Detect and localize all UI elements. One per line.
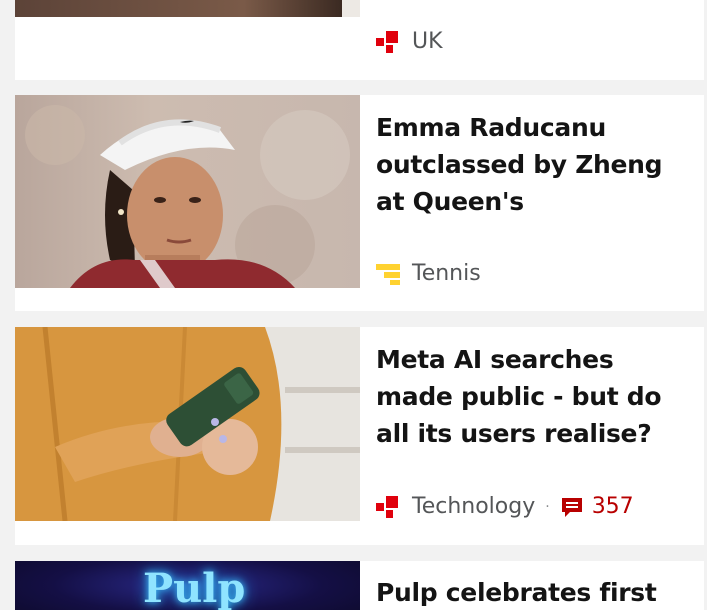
article-thumbnail[interactable] [15, 327, 360, 521]
topic-link[interactable]: Technology [412, 494, 535, 519]
news-mark-icon [376, 495, 400, 519]
article-thumbnail[interactable] [15, 95, 360, 288]
article-headline[interactable]: Emma Raducanu outclassed by Zheng at Que… [376, 109, 686, 220]
topic-link[interactable]: Tennis [412, 261, 481, 286]
article-headline[interactable]: Pulp celebrates first [376, 574, 686, 610]
article-card[interactable]: Pulp Pulp celebrates first [15, 561, 704, 610]
comment-icon [560, 495, 584, 519]
meta-separator: · [545, 498, 550, 515]
article-thumbnail[interactable] [15, 0, 360, 17]
article-thumbnail[interactable]: Pulp [15, 561, 360, 610]
article-card[interactable]: Emma Raducanu outclassed by Zheng at Que… [15, 95, 704, 311]
article-card[interactable]: UK [15, 0, 704, 80]
sport-mark-icon [376, 262, 400, 286]
article-headline[interactable]: Meta AI searches made public - but do al… [376, 341, 686, 452]
topic-link[interactable]: UK [412, 29, 443, 54]
article-meta: UK [376, 29, 443, 54]
comments-link[interactable]: 357 [560, 494, 634, 519]
article-feed: UK Emma Raducanu outclassed by Zheng at … [0, 0, 707, 610]
article-meta: Tennis [376, 261, 481, 286]
comment-count: 357 [591, 494, 634, 519]
thumbnail-logo-text: Pulp [143, 565, 246, 610]
news-mark-icon [376, 30, 400, 54]
article-meta: Technology · 357 [376, 494, 634, 519]
article-card[interactable]: Meta AI searches made public - but do al… [15, 327, 704, 545]
